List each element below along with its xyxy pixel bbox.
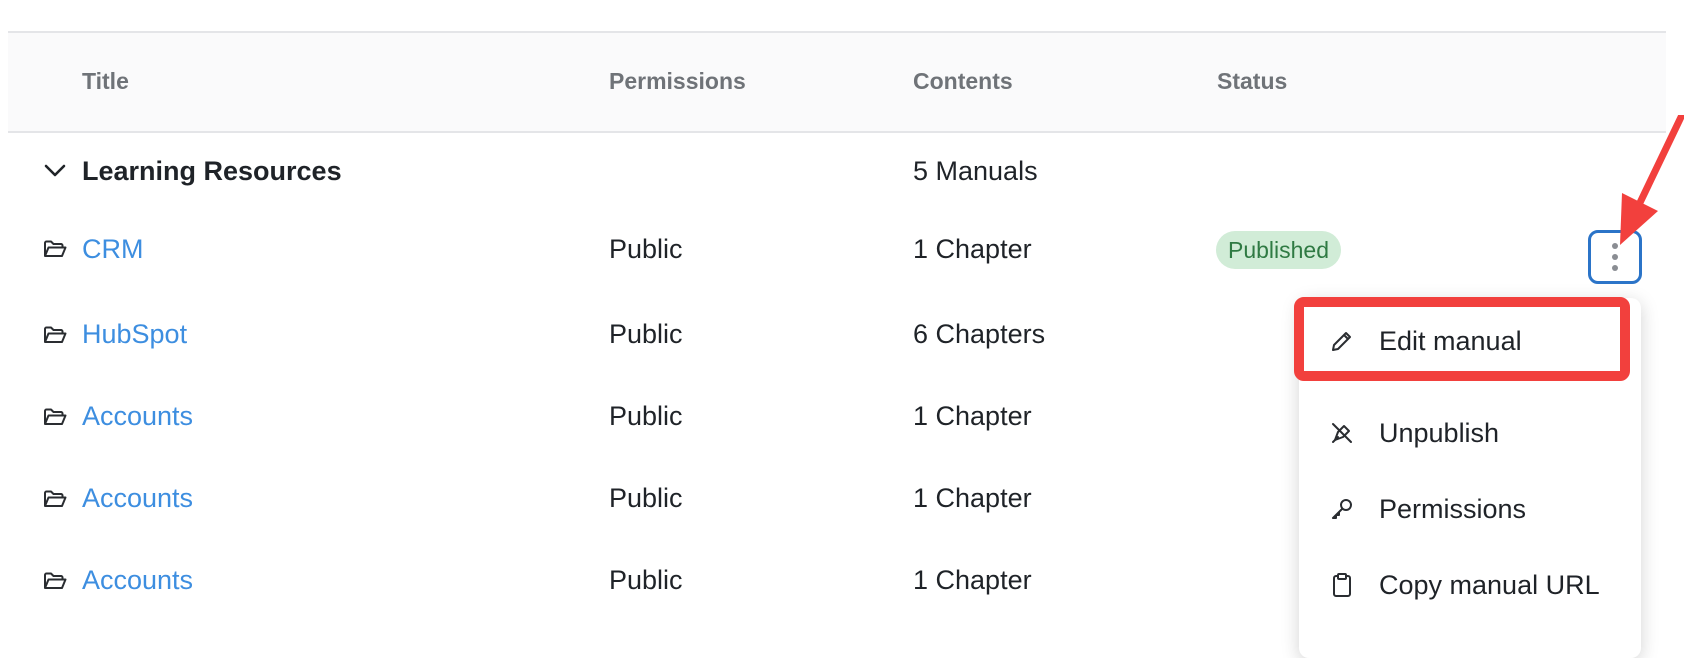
menu-item-permissions[interactable]: Permissions (1299, 474, 1641, 544)
group-contents: 5 Manuals (913, 156, 1038, 186)
key-icon (1332, 499, 1352, 519)
folder-open-icon (44, 408, 67, 425)
menu-item-label: Edit manual (1379, 326, 1522, 356)
permissions-value: Public (609, 234, 683, 264)
kebab-dot (1612, 243, 1618, 249)
permissions-value: Public (609, 565, 683, 595)
manual-title-link[interactable]: HubSpot (82, 293, 187, 375)
contents-value: 1 Chapter (913, 234, 1032, 264)
permissions-value: Public (609, 483, 683, 513)
folder-open-icon (44, 490, 67, 507)
status-badge: Published (1216, 231, 1342, 269)
clipboard-icon (1333, 573, 1351, 597)
column-header-status[interactable]: Status (1217, 33, 1287, 129)
menu-item-label: Copy manual URL (1379, 570, 1600, 600)
kebab-dot (1612, 265, 1618, 271)
menu-item-label: Permissions (1379, 494, 1527, 524)
folder-open-icon (44, 240, 67, 257)
table-header: Title Permissions Contents Status (8, 31, 1666, 133)
group-row[interactable]: Learning Resources 5 Manuals (8, 133, 1666, 205)
menu-item-edit-manual[interactable]: Edit manual (1299, 306, 1641, 376)
folder-open-icon (44, 326, 67, 343)
kebab-dot (1612, 254, 1618, 260)
contents-value: 1 Chapter (913, 401, 1032, 431)
contents-value: 1 Chapter (913, 565, 1032, 595)
menu-item-label: Unpublish (1379, 418, 1500, 448)
chevron-down-icon[interactable] (42, 157, 68, 183)
row-actions-menu: Edit manual Unpublish Permissions Copy m… (1299, 298, 1641, 658)
menu-item-unpublish[interactable]: Unpublish (1299, 398, 1641, 468)
manual-title-link[interactable]: Accounts (82, 457, 193, 539)
permissions-value: Public (609, 319, 683, 349)
contents-value: 1 Chapter (913, 483, 1032, 513)
group-title: Learning Resources (82, 156, 342, 186)
column-header-permissions[interactable]: Permissions (609, 33, 746, 129)
menu-item-copy-manual-url[interactable]: Copy manual URL (1299, 550, 1641, 620)
manual-title-link[interactable]: Accounts (82, 539, 193, 621)
contents-value: 6 Chapters (913, 319, 1046, 349)
row-actions-button[interactable] (1588, 230, 1642, 284)
permissions-value: Public (609, 401, 683, 431)
manual-title-link[interactable]: Accounts (82, 375, 193, 457)
manual-title-link[interactable]: CRM (82, 205, 144, 293)
column-header-title[interactable]: Title (82, 33, 129, 129)
column-header-contents[interactable]: Contents (913, 33, 1013, 129)
table-row[interactable]: CRM Public 1 Chapter Published (8, 205, 1666, 293)
pencil-icon (1332, 332, 1351, 351)
unpublish-icon (1332, 423, 1352, 443)
folder-open-icon (44, 572, 67, 589)
